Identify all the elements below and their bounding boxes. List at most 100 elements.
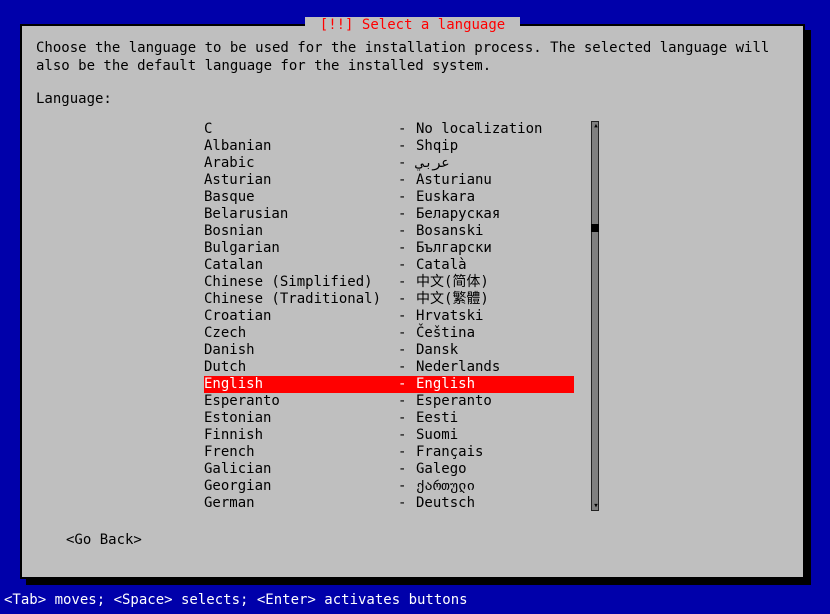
help-bar: <Tab> moves; <Space> selects; <Enter> ac… [4, 592, 468, 608]
language-separator: - [398, 240, 416, 257]
language-item[interactable]: Arabic-عربي [204, 155, 574, 172]
dialog-title-bar: [!!] Select a language [22, 17, 803, 33]
language-native-name: Čeština [416, 325, 574, 342]
language-native-name: عربي [416, 155, 574, 172]
language-english-name: Estonian [204, 410, 398, 427]
language-item[interactable]: Albanian-Shqip [204, 138, 574, 155]
language-native-name: Shqip [416, 138, 574, 155]
go-back-button[interactable]: <Go Back> [66, 532, 142, 548]
language-separator: - [398, 495, 416, 512]
language-item[interactable]: Czech-Čeština [204, 325, 574, 342]
language-separator: - [398, 461, 416, 478]
language-item[interactable]: Finnish-Suomi [204, 427, 574, 444]
language-separator: - [398, 410, 416, 427]
language-native-name: Dansk [416, 342, 574, 359]
language-item[interactable]: Asturian-Asturianu [204, 172, 574, 189]
language-item[interactable]: C-No localization [204, 121, 574, 138]
scroll-down-icon[interactable]: ▾ [593, 503, 599, 509]
language-english-name: French [204, 444, 398, 461]
language-label: Language: [36, 91, 789, 107]
language-item[interactable]: English-English [204, 376, 574, 393]
language-native-name: Català [416, 257, 574, 274]
language-native-name: 中文(繁體) [416, 291, 574, 308]
language-separator: - [398, 478, 416, 495]
language-native-name: English [416, 376, 574, 393]
language-item[interactable]: Danish-Dansk [204, 342, 574, 359]
language-dialog: [!!] Select a language Choose the langua… [20, 24, 805, 579]
title-text: Select a language [362, 17, 505, 33]
language-item[interactable]: Esperanto-Esperanto [204, 393, 574, 410]
language-english-name: Finnish [204, 427, 398, 444]
dialog-title: [!!] Select a language [305, 17, 519, 33]
language-item[interactable]: German-Deutsch [204, 495, 574, 512]
language-english-name: Belarusian [204, 206, 398, 223]
language-separator: - [398, 172, 416, 189]
language-english-name: Albanian [204, 138, 398, 155]
language-item[interactable]: Croatian-Hrvatski [204, 308, 574, 325]
language-english-name: Chinese (Simplified) [204, 274, 398, 291]
language-english-name: German [204, 495, 398, 512]
language-item[interactable]: Basque-Euskara [204, 189, 574, 206]
language-separator: - [398, 376, 416, 393]
language-separator: - [398, 308, 416, 325]
language-native-name: Galego [416, 461, 574, 478]
language-english-name: Chinese (Traditional) [204, 291, 398, 308]
language-english-name: Bulgarian [204, 240, 398, 257]
instructions-text: Choose the language to be used for the i… [36, 40, 789, 75]
language-english-name: Asturian [204, 172, 398, 189]
language-separator: - [398, 274, 416, 291]
language-english-name: C [204, 121, 398, 138]
scrollbar[interactable]: ▴ ▾ [591, 121, 599, 511]
language-english-name: Galician [204, 461, 398, 478]
language-item[interactable]: French-Français [204, 444, 574, 461]
language-separator: - [398, 427, 416, 444]
language-separator: - [398, 359, 416, 376]
language-separator: - [398, 138, 416, 155]
language-separator: - [398, 189, 416, 206]
language-native-name: 中文(简体) [416, 274, 574, 291]
language-separator: - [398, 444, 416, 461]
language-item[interactable]: Catalan-Català [204, 257, 574, 274]
language-native-name: ქართული [416, 478, 574, 495]
language-native-name: No localization [416, 121, 574, 138]
language-native-name: Euskara [416, 189, 574, 206]
language-native-name: Deutsch [416, 495, 574, 512]
language-native-name: Български [416, 240, 574, 257]
language-english-name: English [204, 376, 398, 393]
language-native-name: Asturianu [416, 172, 574, 189]
language-separator: - [398, 291, 416, 308]
language-separator: - [398, 342, 416, 359]
language-english-name: Danish [204, 342, 398, 359]
title-suffix [505, 17, 513, 33]
language-item[interactable]: Galician-Galego [204, 461, 574, 478]
language-separator: - [398, 223, 416, 240]
title-prefix: [!!] [311, 17, 362, 33]
language-english-name: Bosnian [204, 223, 398, 240]
language-item[interactable]: Bulgarian-Български [204, 240, 574, 257]
language-item[interactable]: Georgian-ქართული [204, 478, 574, 495]
language-item[interactable]: Chinese (Traditional)-中文(繁體) [204, 291, 574, 308]
language-native-name: Suomi [416, 427, 574, 444]
language-item[interactable]: Belarusian-Беларуская [204, 206, 574, 223]
scroll-thumb[interactable] [591, 224, 599, 232]
language-item[interactable]: Chinese (Simplified)-中文(简体) [204, 274, 574, 291]
language-native-name: Eesti [416, 410, 574, 427]
language-native-name: Беларуская [416, 206, 574, 223]
language-english-name: Dutch [204, 359, 398, 376]
language-native-name: Hrvatski [416, 308, 574, 325]
language-separator: - [398, 206, 416, 223]
language-separator: - [398, 393, 416, 410]
language-english-name: Esperanto [204, 393, 398, 410]
language-item[interactable]: Bosnian-Bosanski [204, 223, 574, 240]
language-item[interactable]: Estonian-Eesti [204, 410, 574, 427]
language-separator: - [398, 155, 416, 172]
language-english-name: Czech [204, 325, 398, 342]
language-native-name: Nederlands [416, 359, 574, 376]
language-item[interactable]: Dutch-Nederlands [204, 359, 574, 376]
language-native-name: Esperanto [416, 393, 574, 410]
language-english-name: Croatian [204, 308, 398, 325]
language-english-name: Catalan [204, 257, 398, 274]
language-native-name: Français [416, 444, 574, 461]
language-separator: - [398, 121, 416, 138]
scroll-up-icon[interactable]: ▴ [593, 123, 599, 129]
